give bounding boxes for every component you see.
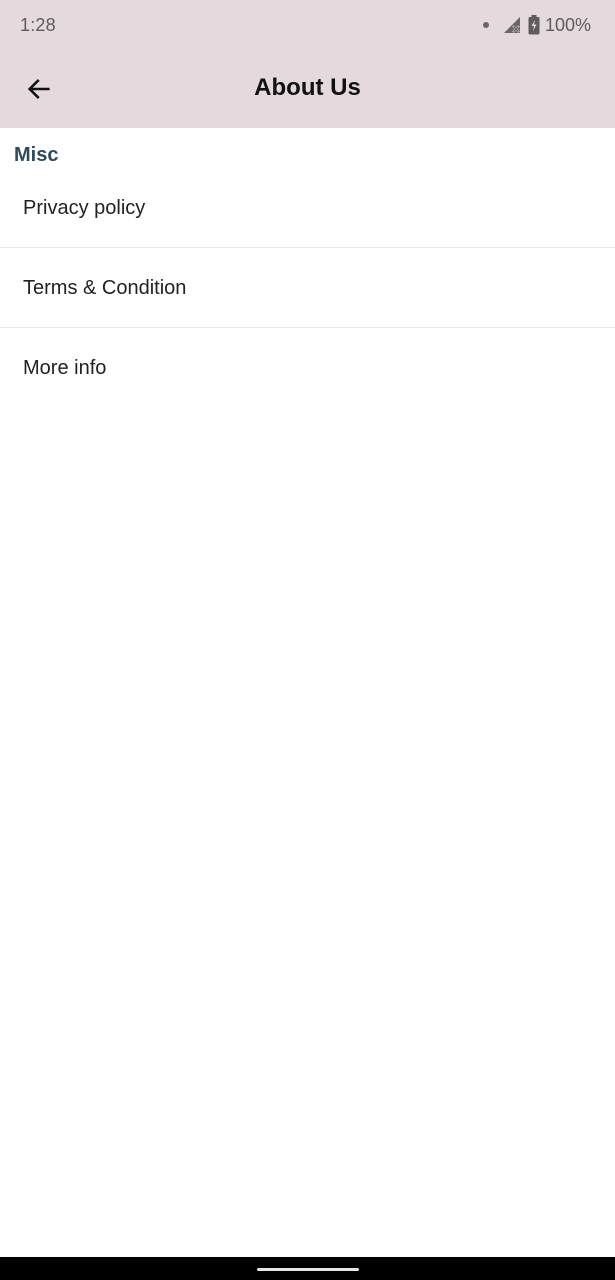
more-info-item[interactable]: More info	[0, 328, 615, 408]
toolbar: About Us	[0, 52, 615, 128]
notification-dot-icon	[482, 22, 489, 28]
page-title: About Us	[254, 74, 361, 101]
system-nav-bar	[0, 1257, 615, 1280]
app-bar: 1:28 100% About Us	[0, 0, 615, 128]
privacy-policy-item[interactable]: Privacy policy	[0, 168, 615, 248]
settings-list: Misc Privacy policy Terms & Condition Mo…	[0, 128, 615, 408]
home-gesture-handle[interactable]	[257, 1268, 359, 1271]
status-icons: 100%	[482, 13, 591, 37]
status-time: 1:28	[20, 15, 56, 35]
battery-percent: 100%	[544, 14, 591, 35]
status-bar: 1:28 100%	[0, 0, 615, 52]
battery-charging-icon	[528, 15, 540, 35]
signal-off-icon	[503, 17, 520, 33]
terms-condition-item[interactable]: Terms & Condition	[0, 248, 615, 328]
